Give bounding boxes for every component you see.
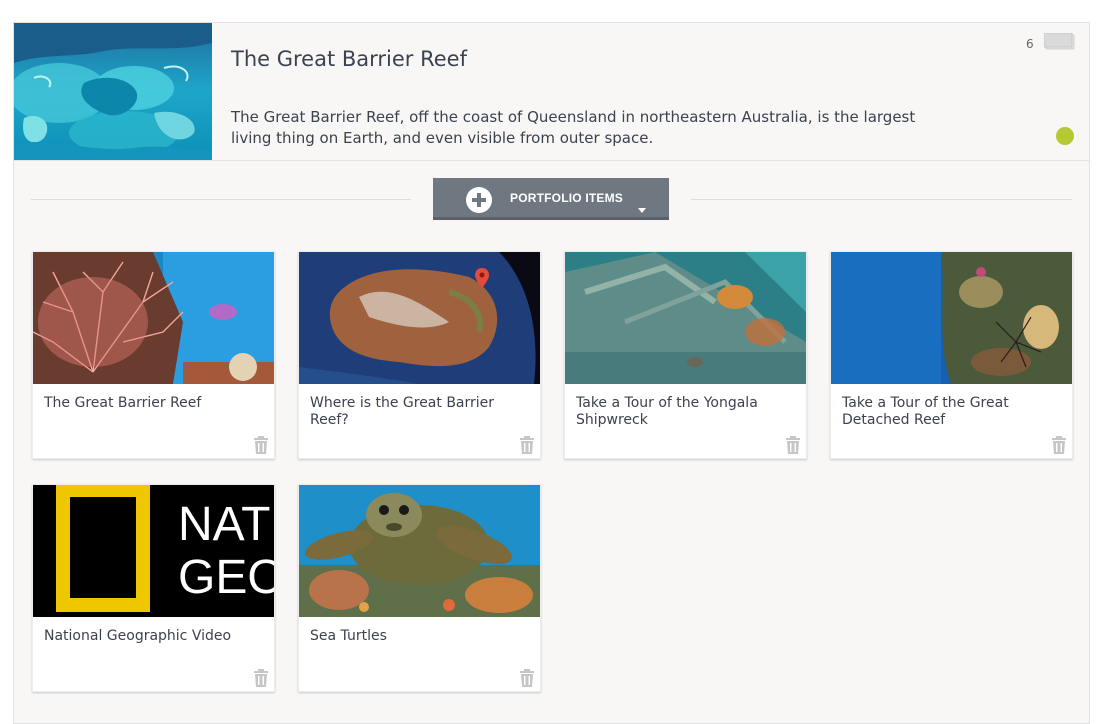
- portfolio-items-button[interactable]: PORTFOLIO ITEMS: [433, 178, 669, 220]
- portfolio-header: The Great Barrier Reef The Great Barrier…: [14, 23, 1089, 161]
- status-indicator: [1056, 127, 1074, 145]
- portfolio-card[interactable]: Take a Tour of the Great Detached Reef: [830, 251, 1073, 459]
- page-title: The Great Barrier Reef: [231, 47, 467, 71]
- item-count: 6: [1026, 37, 1034, 51]
- trash-icon[interactable]: [1051, 436, 1067, 454]
- trash-icon[interactable]: [519, 436, 535, 454]
- coral-fan-image: [33, 252, 274, 384]
- detached-reef-image: [831, 252, 1072, 384]
- portfolio-card[interactable]: Take a Tour of the Yongala Shipwreck: [564, 251, 807, 459]
- card-title: National Geographic Video: [44, 628, 232, 644]
- trash-icon[interactable]: [785, 436, 801, 454]
- svg-text:GEO: GEO: [178, 551, 274, 604]
- chevron-down-icon: [638, 198, 646, 217]
- divider-left: [31, 199, 411, 200]
- page-description: The Great Barrier Reef, off the coast of…: [231, 108, 916, 147]
- stack-icon: [1043, 32, 1076, 51]
- trash-icon[interactable]: [519, 669, 535, 687]
- plus-icon: [466, 187, 492, 213]
- card-title: Take a Tour of the Yongala Shipwreck: [576, 395, 758, 428]
- card-title: Sea Turtles: [310, 628, 387, 644]
- card-title: The Great Barrier Reef: [44, 395, 202, 411]
- portfolio-card[interactable]: The Great Barrier Reef: [32, 251, 275, 459]
- portfolio-panel: The Great Barrier Reef The Great Barrier…: [13, 22, 1090, 724]
- shipwreck-image: [565, 252, 806, 384]
- portfolio-items-label: PORTFOLIO ITEMS: [510, 191, 623, 205]
- card-title: Take a Tour of the Great Detached Reef: [842, 395, 1009, 428]
- trash-icon[interactable]: [253, 436, 269, 454]
- reef-aerial-image: [14, 23, 212, 160]
- portfolio-card[interactable]: Where is the Great Barrier Reef?: [298, 251, 541, 459]
- national-geographic-logo: NAT GEO: [33, 485, 274, 617]
- sea-turtle-image: [299, 485, 540, 617]
- card-title: Where is the Great Barrier Reef?: [310, 395, 495, 428]
- portfolio-card[interactable]: Sea Turtles: [298, 484, 541, 692]
- portfolio-card[interactable]: NAT GEO National Geographic Video: [32, 484, 275, 692]
- divider-right: [691, 199, 1072, 200]
- trash-icon[interactable]: [253, 669, 269, 687]
- australia-map-image: [299, 252, 540, 384]
- svg-text:NAT: NAT: [178, 498, 270, 551]
